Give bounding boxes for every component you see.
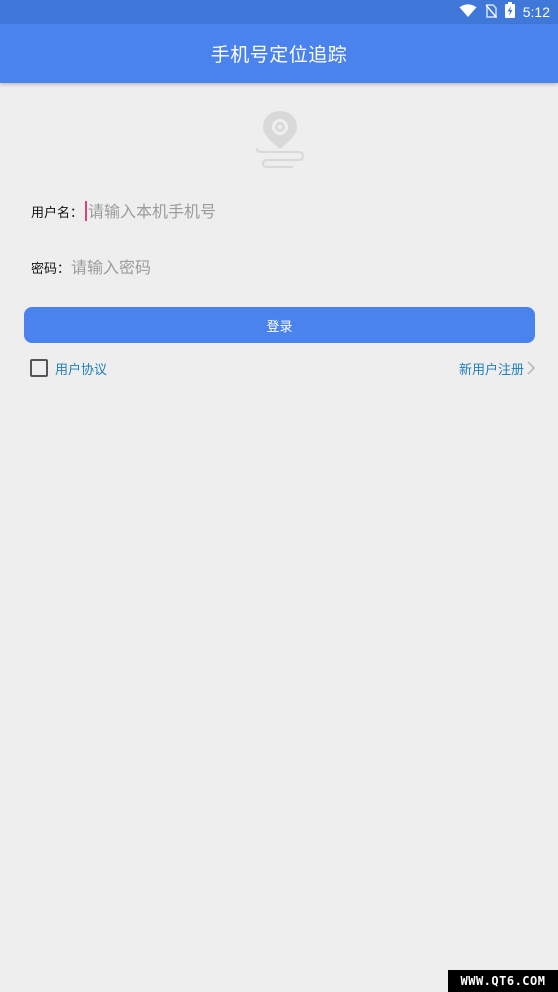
username-label: 用户名： <box>31 205 84 221</box>
username-row: 用户名： <box>31 194 329 228</box>
username-input[interactable] <box>88 196 329 226</box>
status-icons: 5:12 <box>459 0 550 24</box>
watermark: WWW.QT6.COM <box>448 970 558 992</box>
status-time: 5:12 <box>522 4 550 20</box>
wifi-icon <box>459 3 477 22</box>
agreement-row[interactable]: 用户协议 <box>30 359 107 378</box>
password-label: 密码： <box>31 261 71 277</box>
status-bar: 5:12 <box>0 0 558 24</box>
no-sim-icon <box>485 3 497 22</box>
register-link[interactable]: 新用户注册 <box>459 359 524 378</box>
location-pin-icon <box>254 108 306 170</box>
password-input[interactable] <box>71 252 312 282</box>
register-row[interactable]: 新用户注册 <box>459 359 535 378</box>
battery-charging-icon <box>504 2 515 22</box>
agreement-checkbox[interactable] <box>30 359 48 377</box>
password-row: 密码： <box>31 250 312 284</box>
chevron-right-icon[interactable] <box>527 361 535 375</box>
user-agreement-link[interactable]: 用户协议 <box>55 359 107 378</box>
login-button[interactable]: 登录 <box>24 307 535 343</box>
text-cursor <box>85 201 88 221</box>
page-title: 手机号定位追踪 <box>210 44 348 66</box>
app-bar: 手机号定位追踪 <box>0 24 558 83</box>
